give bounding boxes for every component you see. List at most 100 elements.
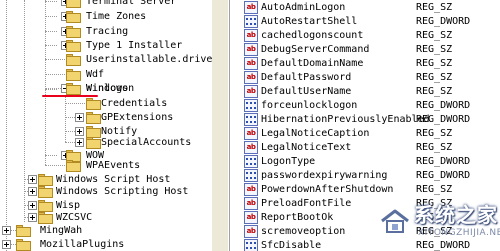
value-name: AutoRestartShell <box>261 16 358 27</box>
tree-item-time-zones[interactable]: Time Zones <box>0 9 212 24</box>
value-row[interactable]: ab LegalNoticeText REG_SZ <box>230 140 500 155</box>
dword-value-icon <box>244 113 258 126</box>
tree-item-terminal-server[interactable]: Terminal Server <box>0 0 212 9</box>
tree-item-label: GPExtensions <box>101 112 174 123</box>
value-type: REG_SZ <box>416 30 453 41</box>
value-row[interactable]: AutoRestartShell REG_DWORD <box>230 14 500 29</box>
tree-item-tracing[interactable]: Tracing <box>0 24 212 39</box>
value-row[interactable]: ab DebugServerCommand REG_SZ <box>230 42 500 57</box>
expand-toggle-icon[interactable] <box>28 213 37 222</box>
value-type: REG_DWORD <box>416 114 471 125</box>
tree-item-label: Tracing <box>86 26 129 37</box>
expand-toggle-icon[interactable] <box>2 240 11 249</box>
expand-toggle-icon[interactable] <box>75 138 84 147</box>
value-name: DefaultUserName <box>261 86 352 97</box>
registry-key-tree[interactable]: Terminal Server Time Zones Tracing Type … <box>0 0 212 251</box>
watermark-site: XITONGZHIJIA.NET <box>418 228 500 238</box>
value-row[interactable]: ab DefaultPassword REG_SZ <box>230 70 500 85</box>
dword-value-icon <box>244 169 258 182</box>
folder-icon <box>38 186 54 198</box>
value-row[interactable]: passwordexpirywarning REG_DWORD <box>230 168 500 183</box>
value-type: REG_SZ <box>416 184 453 195</box>
value-row[interactable]: ab DefaultUserName REG_SZ <box>230 84 500 99</box>
folder-icon <box>66 40 82 52</box>
string-value-icon: ab <box>244 197 258 210</box>
value-type: REG_SZ <box>416 142 453 153</box>
value-row[interactable]: forceunlocklogon REG_DWORD <box>230 98 500 113</box>
tree-item-gpextensions[interactable]: GPExtensions <box>0 110 212 125</box>
tree-item-wpaevents[interactable]: WPAEvents <box>0 158 212 173</box>
value-type: REG_SZ <box>416 72 453 83</box>
value-type: REG_DWORD <box>416 156 471 167</box>
tree-item-label: MingWah <box>40 225 83 236</box>
value-name: ReportBootOk <box>261 212 334 223</box>
value-name: LegalNoticeCaption <box>261 128 370 139</box>
value-type: REG_SZ <box>416 2 453 13</box>
string-value-icon: ab <box>244 211 258 224</box>
tree-item-type-1-installer[interactable]: Type 1 Installer <box>0 38 212 53</box>
value-name: forceunlocklogon <box>261 100 358 111</box>
expand-toggle-icon[interactable] <box>75 113 84 122</box>
string-value-icon: ab <box>244 183 258 196</box>
string-value-icon: ab <box>244 127 258 140</box>
expand-toggle-icon[interactable] <box>28 187 37 196</box>
value-name: scremoveoption <box>261 226 346 237</box>
value-name: PreloadFontFile <box>261 198 352 209</box>
tree-item-label: Wdf <box>86 69 105 80</box>
tree-item-label: Winlogon <box>86 83 135 94</box>
dword-value-icon <box>244 155 258 168</box>
value-type: REG_SZ <box>416 128 453 139</box>
folder-icon <box>16 225 32 237</box>
string-value-icon: ab <box>244 1 258 14</box>
tree-item-credentials[interactable]: Credentials <box>0 96 212 111</box>
string-value-icon: ab <box>244 141 258 154</box>
value-name: AutoAdminLogon <box>261 2 346 13</box>
tree-item-mingwah[interactable]: MingWah <box>0 223 212 238</box>
value-name: passwordexpirywarning <box>261 170 388 181</box>
tree-item-userinstallable-drivers[interactable]: Userinstallable.drivers <box>0 52 212 67</box>
tree-item-label: Userinstallable.drivers <box>86 54 212 65</box>
expand-toggle-icon[interactable] <box>2 226 11 235</box>
folder-icon <box>66 69 82 81</box>
value-row[interactable]: ab PowerdownAfterShutdown REG_SZ <box>230 182 500 197</box>
tree-item-wdf[interactable]: Wdf <box>0 67 212 82</box>
value-type: REG_SZ <box>416 58 453 69</box>
value-row[interactable]: ab cachedlogonscount REG_SZ <box>230 28 500 43</box>
value-type: REG_DWORD <box>416 16 471 27</box>
tree-item-mozillaplugins[interactable]: MozillaPlugins <box>0 237 212 251</box>
string-value-icon: ab <box>244 43 258 56</box>
expand-toggle-icon[interactable] <box>28 175 37 184</box>
folder-icon <box>66 26 82 38</box>
value-name: DebugServerCommand <box>261 44 370 55</box>
tree-item-label: Windows Scripting Host <box>56 186 189 197</box>
folder-icon <box>66 0 82 8</box>
tree-item-winlogon-final[interactable]: Winlogon <box>0 82 212 97</box>
pane-splitter[interactable] <box>212 0 230 251</box>
dword-value-icon <box>244 239 258 251</box>
value-name: LogonType <box>261 156 316 167</box>
string-value-icon: ab <box>244 57 258 70</box>
value-type: REG_SZ <box>416 86 453 97</box>
value-row[interactable]: ab LegalNoticeCaption REG_SZ <box>230 126 500 141</box>
value-name: DefaultDomainName <box>261 58 364 69</box>
value-row[interactable]: LogonType REG_DWORD <box>230 154 500 169</box>
house-logo-icon <box>381 209 409 233</box>
tree-item-windows-scripting-host[interactable]: Windows Scripting Host <box>0 184 212 199</box>
value-name: LegalNoticeText <box>261 142 352 153</box>
value-row[interactable]: HibernationPreviouslyEnabled REG_DWORD <box>230 112 500 127</box>
tree-item-label: MozillaPlugins <box>40 239 125 250</box>
value-row[interactable]: ab AutoAdminLogon REG_SZ <box>230 0 500 15</box>
dword-value-icon <box>244 99 258 112</box>
string-value-icon: ab <box>244 225 258 238</box>
tree-item-label: Credentials <box>101 98 168 109</box>
value-type: REG_DWORD <box>416 100 471 111</box>
value-row[interactable]: ab DefaultDomainName REG_SZ <box>230 56 500 71</box>
folder-icon <box>66 54 82 66</box>
site-watermark: 系统之家 XITONGZHIJIA.NET <box>378 196 500 251</box>
folder-icon <box>66 11 82 23</box>
value-name: cachedlogonscount <box>261 30 364 41</box>
expand-toggle-icon[interactable] <box>28 201 37 210</box>
string-value-icon: ab <box>244 29 258 42</box>
value-type: REG_DWORD <box>416 170 471 181</box>
value-type: REG_SZ <box>416 44 453 55</box>
